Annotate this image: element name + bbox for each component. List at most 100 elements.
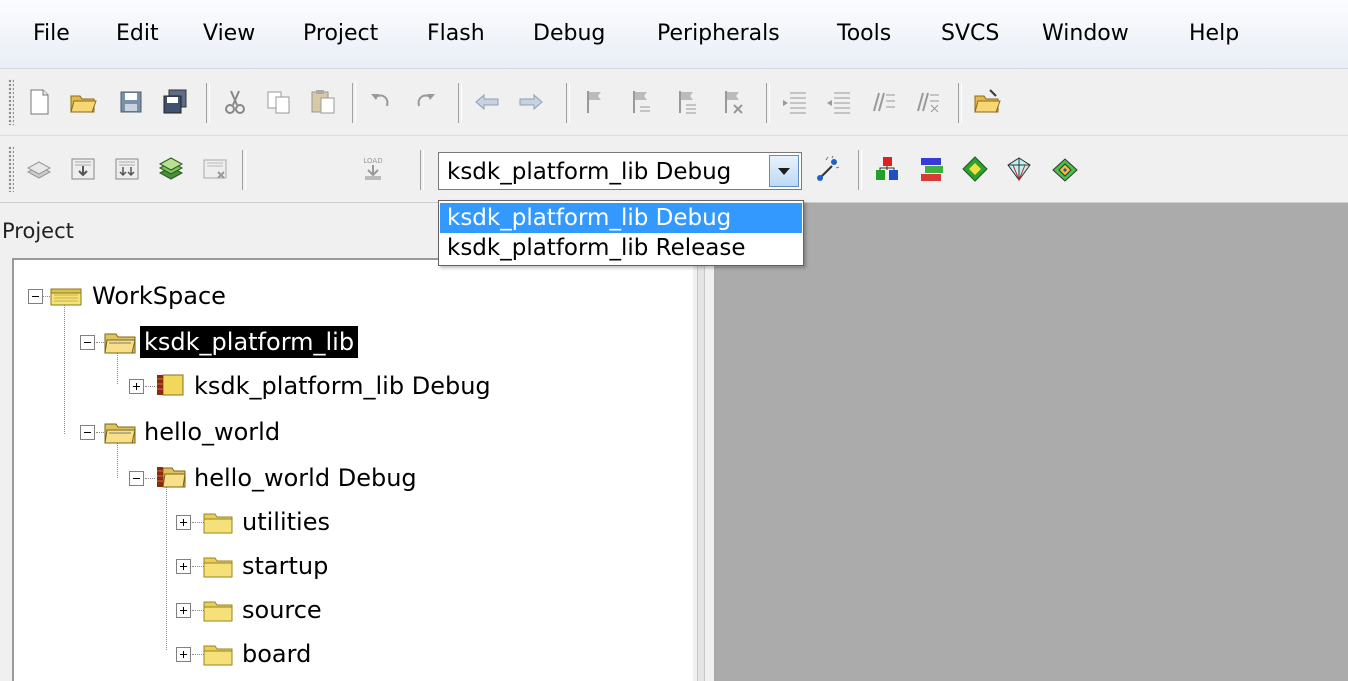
expand-icon[interactable]: [176, 559, 191, 574]
save-icon[interactable]: [114, 85, 148, 119]
find-in-files-icon[interactable]: [970, 85, 1004, 119]
menu-window[interactable]: Window: [1040, 20, 1131, 48]
expand-icon[interactable]: [176, 603, 191, 618]
save-all-icon[interactable]: [158, 85, 192, 119]
toolbar-separator: [458, 83, 462, 123]
tree-node-utilities[interactable]: utilities: [14, 504, 414, 540]
target-select-value: ksdk_platform_lib Debug: [447, 159, 732, 185]
folder-icon: [203, 513, 233, 534]
pack-installer-icon[interactable]: [1002, 152, 1036, 186]
toolbar-grip[interactable]: [8, 146, 14, 192]
toolbar-separator: [858, 150, 862, 190]
workspace-icon: [50, 288, 82, 306]
menu-edit[interactable]: Edit: [114, 20, 161, 48]
toolbar-separator: [566, 83, 570, 123]
menu-peripherals[interactable]: Peripherals: [655, 20, 782, 48]
menu-flash[interactable]: Flash: [425, 20, 487, 48]
prev-bookmark-icon[interactable]: [624, 85, 658, 119]
event-recorder-icon[interactable]: [1048, 152, 1082, 186]
load-label: LOAD: [363, 157, 382, 165]
toolbar-separator: [352, 83, 356, 123]
collapse-icon[interactable]: [28, 289, 43, 304]
tree-node-hello-world[interactable]: hello_world: [14, 414, 414, 450]
collapse-icon[interactable]: [129, 471, 144, 486]
folder-icon: [203, 601, 233, 622]
folder-icon: [203, 557, 233, 578]
folder-icon: [203, 645, 233, 666]
build-icon[interactable]: [66, 152, 100, 186]
translate-icon[interactable]: [22, 152, 56, 186]
collapse-icon[interactable]: [80, 425, 95, 440]
menu-project[interactable]: Project: [301, 20, 380, 48]
cut-icon[interactable]: [218, 85, 252, 119]
menu-view[interactable]: View: [201, 20, 257, 48]
tree-node-label: hello_world: [144, 418, 281, 446]
tree-node-label: ksdk_platform_lib Debug: [194, 372, 491, 400]
tree-node-startup[interactable]: startup: [14, 548, 414, 584]
manage-project-items-icon[interactable]: [870, 152, 904, 186]
project-folder-icon: [104, 423, 136, 444]
rebuild-icon[interactable]: [110, 152, 144, 186]
project-panel-title: Project: [2, 219, 74, 243]
tree-node-label: utilities: [242, 508, 330, 536]
insert-bookmark-icon[interactable]: [578, 85, 612, 119]
tree-node-board[interactable]: board: [14, 636, 414, 672]
comment-icon[interactable]: [866, 85, 900, 119]
unindent-icon[interactable]: [822, 85, 856, 119]
toolbar-grip[interactable]: [8, 79, 14, 125]
batch-build-icon[interactable]: [154, 152, 188, 186]
tree-node-ksdk-platform-lib-debug[interactable]: ksdk_platform_lib Debug: [14, 368, 574, 404]
expand-icon[interactable]: [176, 515, 191, 530]
copy-icon[interactable]: [262, 85, 296, 119]
tree-node-label: source: [242, 596, 322, 624]
target-option-debug[interactable]: ksdk_platform_lib Debug: [440, 203, 802, 233]
target-select-dropdown-button[interactable]: [769, 155, 799, 187]
menu-bar: File Edit View Project Flash Debug Perip…: [0, 0, 1348, 69]
project-tree[interactable]: WorkSpace ksdk_platform_lib ksdk_platfor…: [12, 258, 692, 681]
toolbar-separator: [958, 83, 962, 123]
target-select[interactable]: ksdk_platform_lib Debug: [438, 152, 802, 190]
tree-node-source[interactable]: source: [14, 592, 414, 628]
clear-bookmarks-icon[interactable]: [716, 85, 750, 119]
stop-build-icon[interactable]: [198, 152, 232, 186]
panel-splitter[interactable]: [692, 254, 715, 681]
project-folder-icon: [104, 333, 136, 354]
undo-icon[interactable]: [364, 85, 398, 119]
editor-area[interactable]: [714, 203, 1348, 681]
toolbar-separator: [420, 150, 424, 190]
toolbar-separator: [242, 150, 246, 190]
toolbar-separator: [766, 83, 770, 123]
tree-node-label: WorkSpace: [92, 282, 226, 310]
target-option-release[interactable]: ksdk_platform_lib Release: [440, 233, 802, 263]
expand-icon[interactable]: [129, 379, 144, 394]
target-options-icon[interactable]: [810, 152, 844, 186]
menu-file[interactable]: File: [31, 20, 72, 48]
menu-tools[interactable]: Tools: [835, 20, 893, 48]
collapse-icon[interactable]: [80, 335, 95, 350]
chevron-down-icon: [778, 168, 790, 175]
tree-node-workspace[interactable]: WorkSpace: [14, 278, 414, 314]
select-packs-icon[interactable]: [914, 152, 948, 186]
tree-node-label: ksdk_platform_lib: [140, 326, 359, 358]
toolbar-separator: [206, 83, 210, 123]
menu-help[interactable]: Help: [1187, 20, 1241, 48]
manage-rte-icon[interactable]: [958, 152, 992, 186]
open-folder-icon[interactable]: [66, 85, 100, 119]
paste-icon[interactable]: [306, 85, 340, 119]
target-icon: [157, 467, 186, 488]
redo-icon[interactable]: [408, 85, 442, 119]
next-bookmark-icon[interactable]: [670, 85, 704, 119]
tree-node-label: startup: [242, 552, 329, 580]
uncomment-icon[interactable]: [910, 85, 944, 119]
tree-node-hello-world-debug[interactable]: hello_world Debug: [14, 460, 514, 496]
menu-svcs[interactable]: SVCS: [939, 20, 1001, 48]
nav-forward-icon[interactable]: [514, 85, 548, 119]
nav-back-icon[interactable]: [470, 85, 504, 119]
new-file-icon[interactable]: [22, 85, 56, 119]
menu-debug[interactable]: Debug: [531, 20, 607, 48]
load-icon[interactable]: LOAD: [356, 152, 390, 186]
indent-icon[interactable]: [778, 85, 812, 119]
tree-node-label: hello_world Debug: [194, 464, 417, 492]
tree-node-ksdk-platform-lib[interactable]: ksdk_platform_lib: [14, 324, 434, 360]
expand-icon[interactable]: [176, 647, 191, 662]
